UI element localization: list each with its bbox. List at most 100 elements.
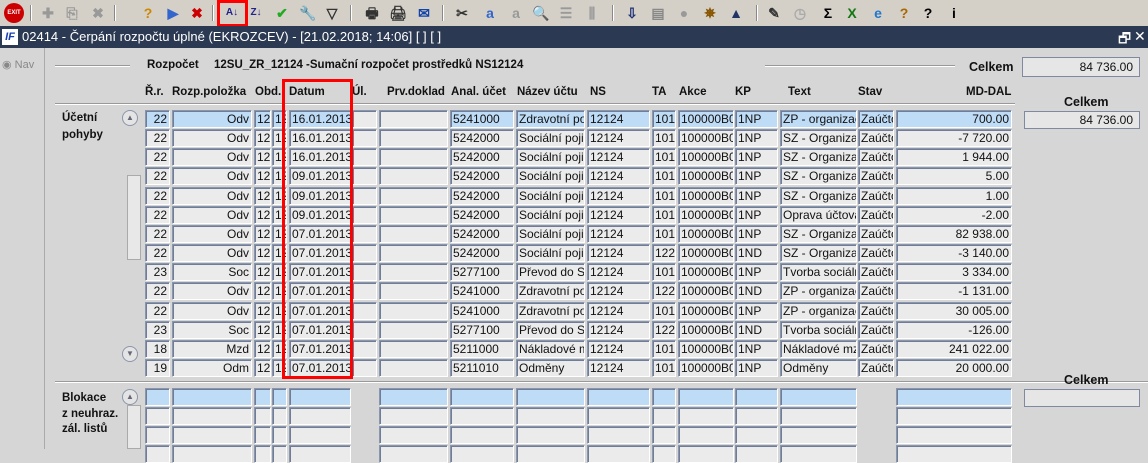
cell-nazev-uctu[interactable] [516,388,585,406]
cell-ul[interactable] [352,148,377,166]
cell-anal-ucet[interactable]: 5277100 [450,263,514,281]
cell-ns[interactable]: 12124 [587,340,650,358]
cell-text[interactable] [780,445,857,463]
cell-akce[interactable]: 100000B00 [678,244,734,262]
cell-ta[interactable] [652,388,676,406]
cell-prv-doklad[interactable] [379,110,448,128]
column-header-kp[interactable]: KP [735,86,751,98]
column-header-nazev-uctu[interactable]: Název účtu [517,86,578,98]
cell-ul[interactable] [352,187,377,205]
cell-prv-doklad[interactable] [379,148,448,166]
cell-md-dal[interactable]: 82 938.00 [896,225,1012,243]
cell-rr[interactable]: 22 [145,187,170,205]
cell-prv-doklad[interactable] [379,206,448,224]
cell-rozp-polozka[interactable]: Odv [172,302,252,320]
cancel-query-icon[interactable]: ✖ [187,3,207,23]
cell-ns[interactable]: 12124 [587,148,650,166]
column-header-ul[interactable]: Úl. [352,86,367,98]
sort-descending-icon[interactable]: Z↓ [246,3,266,23]
cell-obd[interactable]: 12 [254,187,271,205]
cell-kp[interactable]: 1NP [735,148,778,166]
cell-stav[interactable]: Zaúčto [858,321,894,339]
cell-anal-ucet[interactable]: 5242000 [450,148,514,166]
cell-rozp-polozka[interactable]: Odv [172,148,252,166]
cell-datum[interactable] [289,407,351,425]
cell-akce[interactable]: 100000B00 [678,340,734,358]
cell-akce[interactable]: 100000B00 [678,263,734,281]
cell-md-dal[interactable] [896,445,1012,463]
cell-rr[interactable]: 23 [145,263,170,281]
cell-rozp-polozka[interactable] [172,445,252,463]
cell-md-dal[interactable]: 5.00 [896,167,1012,185]
cell-obd[interactable]: 12 [254,129,271,147]
cell-nazev-uctu[interactable]: Sociální pojišt [516,244,585,262]
cell-text[interactable]: Odměny [780,359,857,377]
column-header-stav[interactable]: Stav [858,86,882,98]
cell-text[interactable] [780,388,857,406]
cell-stav[interactable]: Zaúčto [858,129,894,147]
cell-kp[interactable]: 1NP [735,340,778,358]
cell-kp[interactable]: 1NP [735,225,778,243]
cell-ul[interactable] [352,359,377,377]
cell-nazev-uctu[interactable]: Odměny [516,359,585,377]
cell-text[interactable]: SZ - Organizac [780,244,857,262]
internet-icon[interactable]: e [868,3,888,23]
cell-akce[interactable]: 100000B00 [678,225,734,243]
cell-ns[interactable]: 12124 [587,244,650,262]
cell-text[interactable]: SZ - Organizac [780,225,857,243]
column-header-md-dal[interactable]: MD-DAL [966,86,1011,98]
cell-md-dal[interactable]: -2.00 [896,206,1012,224]
calendar-icon[interactable]: ◷ [790,3,810,23]
copy-record-icon[interactable]: ⎘ [62,3,82,23]
cell-rr[interactable]: 22 [145,206,170,224]
cell-rozp-polozka[interactable]: Odv [172,110,252,128]
cell-text[interactable]: ZP - organizace [780,282,857,300]
cell-rozp-polozka[interactable]: Odv [172,282,252,300]
scrollbar-thumb[interactable] [127,175,141,260]
cell-md-dal[interactable]: 700.00 [896,110,1012,128]
cell-obd[interactable]: 12 [254,359,271,377]
cell-rozp-polozka[interactable] [172,388,252,406]
sum-icon[interactable]: Σ [818,3,838,23]
cell-rr[interactable]: 23 [145,321,170,339]
cell-akce[interactable]: 100000B00 [678,321,734,339]
cell-ta[interactable]: 122 [652,321,676,339]
cell-prv-doklad[interactable] [379,244,448,262]
cell-obd[interactable]: 12 [254,282,271,300]
cell-rozp-polozka[interactable]: Odv [172,225,252,243]
help-icon[interactable]: ? [894,3,914,23]
cell-anal-ucet[interactable] [450,388,514,406]
cell-stav[interactable]: Zaúčto [858,340,894,358]
cell-rozp-polozka[interactable] [172,407,252,425]
cell-akce[interactable]: 100000B00 [678,187,734,205]
cut-icon[interactable]: ✂ [452,3,472,23]
cell-md-dal[interactable] [896,388,1012,406]
cell-kp[interactable]: 1NP [735,167,778,185]
cell-anal-ucet[interactable] [450,407,514,425]
cell-anal-ucet[interactable]: 5211010 [450,359,514,377]
cell-prv-doklad[interactable] [379,167,448,185]
cell-kp[interactable] [735,445,778,463]
restore-icon[interactable]: 🗗 [1118,28,1131,52]
cell-akce[interactable]: 100000B00 [678,167,734,185]
context-help-icon[interactable]: ? [918,3,938,23]
cell-stav[interactable]: Zaúčto [858,302,894,320]
helm-icon[interactable]: ✵ [700,3,720,23]
cell-text[interactable]: SZ - Organizac [780,148,857,166]
cell-obd2[interactable] [272,388,287,406]
cell-text[interactable]: SZ - Organizac [780,129,857,147]
cell-md-dal[interactable]: 1 944.00 [896,148,1012,166]
cell-kp[interactable]: 1ND [735,282,778,300]
add-record-icon[interactable]: ✚ [38,3,58,23]
cell-stav[interactable]: Zaúčto [858,244,894,262]
cell-obd[interactable]: 12 [254,302,271,320]
column-header-anal-ucet[interactable]: Anal. účet [451,86,506,98]
cell-rr[interactable]: 19 [145,359,170,377]
cell-text[interactable] [780,407,857,425]
cell-ns[interactable] [587,445,650,463]
cell-ns[interactable] [587,388,650,406]
cell-rr[interactable]: 18 [145,340,170,358]
cell-kp[interactable]: 1NP [735,302,778,320]
cell-md-dal[interactable]: -3 140.00 [896,244,1012,262]
cell-ul[interactable] [352,225,377,243]
